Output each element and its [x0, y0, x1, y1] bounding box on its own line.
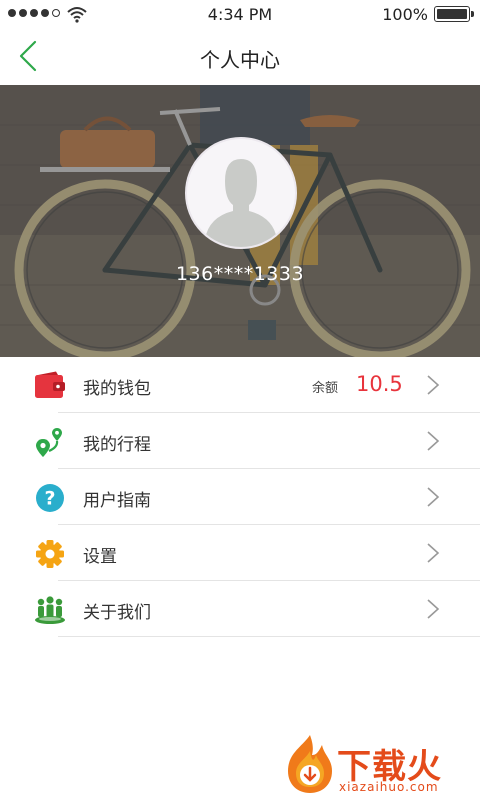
default-avatar-icon	[205, 159, 277, 247]
balance-label: 余额	[312, 381, 339, 396]
battery-icon	[434, 6, 474, 22]
watermark-url: xiazaihuo.com	[339, 780, 439, 794]
menu-item-about[interactable]: 关于我们	[0, 581, 480, 637]
menu-list: 我的钱包 余额 10.5 我的行程 ? 用户指南 设置 关于我们	[0, 357, 480, 637]
balance-value: 10.5	[356, 372, 403, 396]
menu-label-about: 关于我们	[83, 603, 151, 623]
gear-icon	[36, 540, 64, 568]
chevron-right-icon	[427, 487, 440, 507]
menu-item-guide[interactable]: ? 用户指南	[0, 469, 480, 525]
svg-text:?: ?	[44, 488, 55, 510]
menu-label-guide: 用户指南	[83, 491, 151, 511]
watermark-logo: 下载火 xiazaihuo.com	[282, 733, 472, 795]
status-bar: 4:34 PM 100%	[0, 0, 480, 28]
flame-logo-icon	[288, 735, 332, 793]
chevron-right-icon	[427, 599, 440, 619]
chevron-right-icon	[427, 543, 440, 563]
avatar[interactable]	[185, 137, 297, 249]
page-title: 个人中心	[200, 48, 280, 72]
chevron-right-icon	[427, 431, 440, 451]
menu-item-trips[interactable]: 我的行程	[0, 413, 480, 469]
menu-item-settings[interactable]: 设置	[0, 525, 480, 581]
route-pin-icon	[36, 428, 62, 457]
menu-label-trips: 我的行程	[83, 435, 151, 455]
chevron-right-icon	[427, 375, 440, 395]
nav-bar: 个人中心	[0, 28, 480, 85]
battery-percent: 100%	[382, 5, 428, 24]
menu-item-wallet[interactable]: 我的钱包 余额 10.5	[0, 357, 480, 413]
user-phone: 136****1333	[175, 263, 305, 285]
team-icon	[35, 596, 65, 624]
help-icon: ?	[36, 484, 64, 512]
menu-label-wallet: 我的钱包	[83, 379, 151, 399]
menu-label-settings: 设置	[83, 547, 117, 567]
wallet-icon	[35, 371, 65, 398]
profile-banner: 136****1333	[0, 85, 480, 357]
